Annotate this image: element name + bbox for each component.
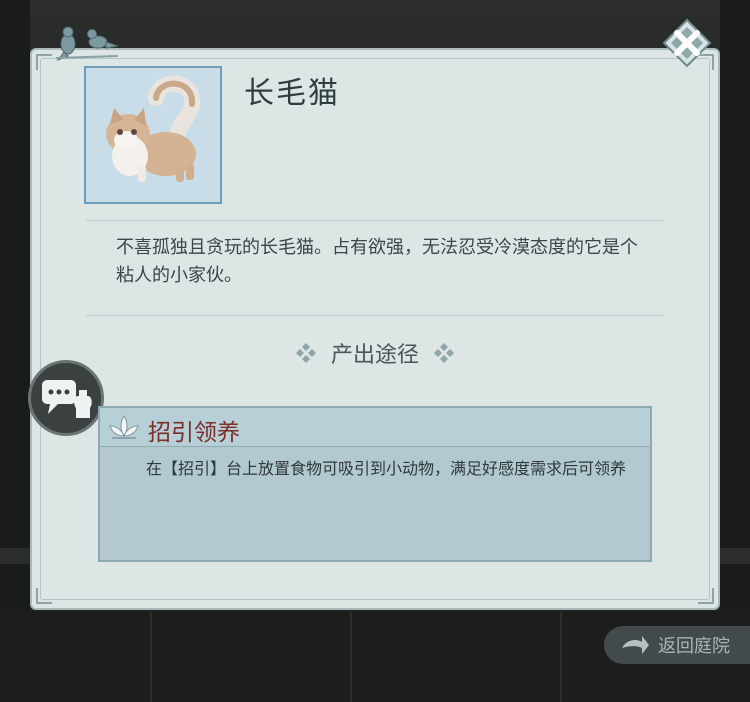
section-header: 产出途径 [280,336,470,370]
divider [86,315,664,316]
source-header: 招引领养 [100,408,650,447]
diamond-icon [434,343,454,363]
diamond-icon [295,343,316,363]
source-detail: 在【招引】台上放置食物可吸引到小动物，满足好感度需求后可领养 [146,459,627,478]
return-arrow-icon [622,636,649,654]
birds-icon [55,26,119,62]
cat-image [86,68,220,202]
close-button[interactable] [660,18,714,68]
cat-portrait [84,66,222,204]
item-title: 长毛猫 [244,76,340,111]
chat-icon [42,380,92,418]
divider [86,220,664,221]
corner-ornament [36,588,52,604]
section-title: 产出途径 [330,343,419,368]
chat-button[interactable] [28,360,104,436]
source-name: 招引领养 [148,420,240,446]
return-label: 返回庭院 [658,636,730,657]
corner-ornament [36,54,52,70]
close-icon [662,18,712,68]
source-card: 招引领养 在【招引】台上放置食物可吸引到小动物，满足好感度需求后可领养 [98,406,652,562]
lotus-icon [109,415,139,439]
item-description: 不喜孤独且贪玩的长毛猫。占有欲强，无法忍受冷漠态度的它是个粘人的小家伙。 [116,237,638,286]
corner-ornament [698,588,714,604]
return-courtyard-button[interactable]: 返回庭院 [604,626,750,664]
